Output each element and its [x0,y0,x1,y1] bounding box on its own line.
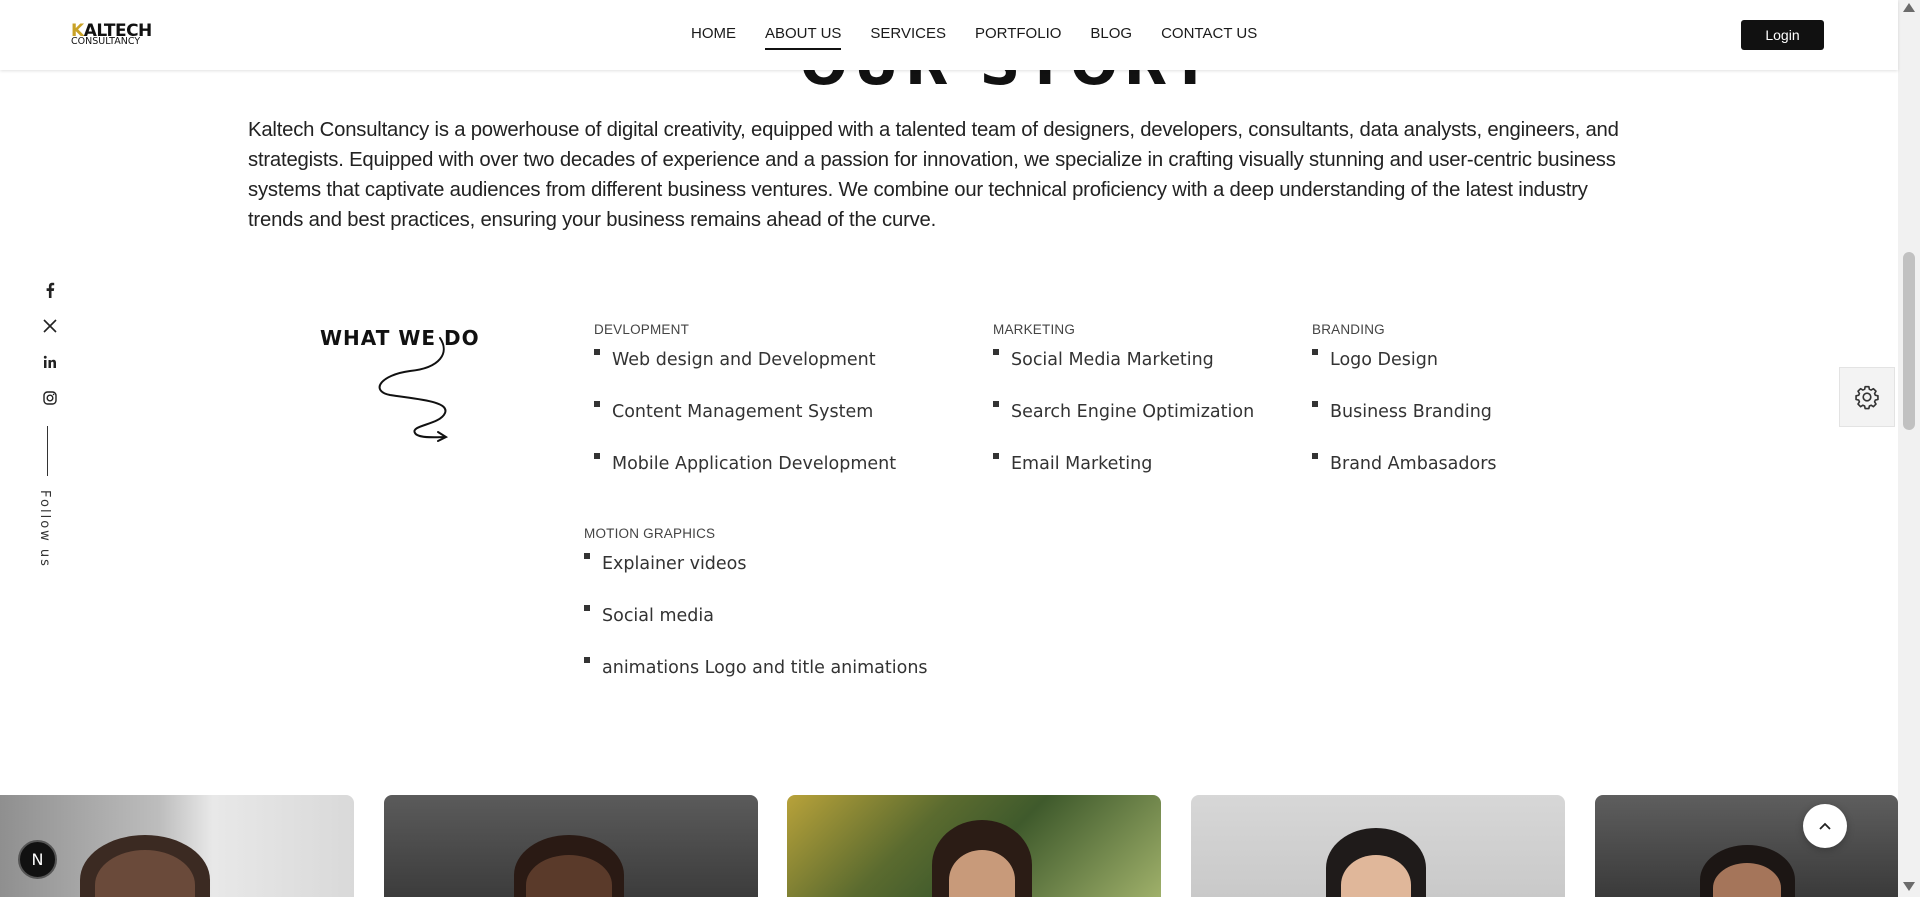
list-item: Explainer videos [584,553,928,605]
list-item: Search Engine Optimization [993,401,1254,453]
nav-portfolio[interactable]: PORTFOLIO [975,24,1061,50]
nav-contact-us[interactable]: CONTACT US [1161,24,1257,50]
site-header: KALTECH CONSULTANCY HOME ABOUT US SERVIC… [0,0,1898,70]
list-item-label: Business Branding [1330,402,1492,422]
development-list: Web design and Development Content Manag… [594,349,896,505]
category-marketing: MARKETING [993,322,1076,337]
bullet [594,401,600,407]
list-item-label: Brand Ambasadors [1330,454,1497,474]
list-item-label: Search Engine Optimization [1011,402,1255,422]
social-rail [40,282,64,476]
list-item: Mobile Application Development [594,453,896,505]
back-to-top-button[interactable] [1803,804,1847,848]
linkedin-icon[interactable] [40,354,60,374]
nav-blog[interactable]: BLOG [1090,24,1132,50]
team-member-card[interactable] [1191,795,1565,897]
social-divider [47,426,48,476]
list-item-label: Web design and Development [612,350,876,370]
nav-about-us[interactable]: ABOUT US [765,24,842,50]
list-item: Brand Ambasadors [1312,453,1497,505]
marketing-list: Social Media Marketing Search Engine Opt… [993,349,1254,505]
category-development: DEVLOPMENT [594,322,690,337]
bullet [584,553,590,559]
team-member-card[interactable] [787,795,1161,897]
x-icon[interactable] [40,318,60,338]
scroll-down-arrow-icon[interactable] [1903,882,1915,891]
list-item: Content Management System [594,401,896,453]
squiggle-arrow-icon [378,337,449,442]
branding-list: Logo Design Business Branding Brand Amba… [1312,349,1497,505]
chevron-up-icon [1819,822,1831,830]
bullet [1312,349,1318,355]
team-member-card[interactable] [384,795,758,897]
bullet [993,453,999,459]
bullet [993,401,999,407]
list-item: Web design and Development [594,349,896,401]
list-item: Social Media Marketing [993,349,1254,401]
scrollbar-thumb[interactable] [1903,252,1915,430]
logo-subtitle: CONSULTANCY [71,36,141,47]
bullet [993,349,999,355]
instagram-icon[interactable] [40,390,60,410]
bullet [594,349,600,355]
scroll-up-arrow-icon[interactable] [1903,3,1915,12]
team-member-card[interactable] [1595,795,1898,897]
motion-graphics-list: Explainer videos Social media animations… [584,553,928,709]
intro-paragraph: Kaltech Consultancy is a powerhouse of d… [248,119,1619,231]
list-item: Business Branding [1312,401,1497,453]
list-item: Social media [584,605,928,657]
login-button[interactable]: Login [1741,20,1824,50]
bullet [1312,401,1318,407]
follow-us-label: Follow us [37,490,52,568]
nav-home[interactable]: HOME [691,24,736,50]
category-branding: BRANDING [1312,322,1385,337]
list-item-label: Social media [602,606,714,626]
list-item: animations Logo and title animations [584,657,928,709]
list-item: Logo Design [1312,349,1497,401]
list-item-label: Mobile Application Development [612,454,897,474]
bullet [1312,453,1318,459]
bullet [584,605,590,611]
category-motion-graphics: MOTION GRAPHICS [584,526,716,541]
list-item-label: Social Media Marketing [1011,350,1214,370]
team-member-card[interactable] [0,795,354,897]
bullet [584,657,590,663]
main-nav: HOME ABOUT US SERVICES PORTFOLIO BLOG CO… [691,24,1286,50]
settings-widget[interactable] [1839,367,1895,427]
bullet [594,453,600,459]
n-badge[interactable]: N [18,840,57,879]
list-item-label: Content Management System [612,402,874,422]
list-item-label: animations Logo and title animations [602,658,928,678]
list-item-label: Email Marketing [1011,454,1153,474]
scrollbar[interactable] [1898,0,1920,897]
logo[interactable]: KALTECH CONSULTANCY [71,22,163,48]
nav-services[interactable]: SERVICES [870,24,946,50]
list-item-label: Logo Design [1330,350,1438,370]
gear-icon [1855,385,1879,410]
list-item: Email Marketing [993,453,1254,505]
facebook-icon[interactable] [40,282,60,302]
list-item-label: Explainer videos [602,554,747,574]
